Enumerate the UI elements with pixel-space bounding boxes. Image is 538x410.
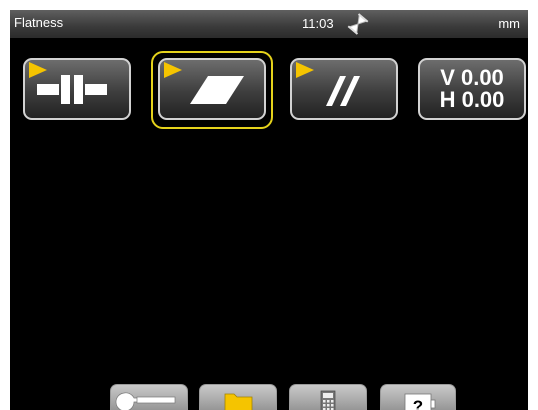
status-bar: Flatness 11:03 mm bbox=[10, 10, 528, 38]
values-button[interactable]: V 0.00 H 0.00 bbox=[418, 58, 526, 120]
help-icon: ? bbox=[404, 393, 436, 410]
help-button[interactable]: ? bbox=[380, 384, 456, 410]
hourglass-icon bbox=[347, 13, 369, 38]
device-screen: Flatness 11:03 mm V 0.00 H 0.00 ? bbox=[10, 10, 528, 410]
screen-title: Flatness bbox=[14, 15, 64, 30]
units-label: mm bbox=[498, 16, 520, 31]
files-button[interactable] bbox=[199, 384, 277, 410]
flatness-button[interactable] bbox=[158, 58, 266, 120]
expand-arrow-icon bbox=[164, 62, 182, 78]
folder-icon bbox=[224, 393, 253, 410]
clock: 11:03 bbox=[302, 16, 334, 31]
settings-button[interactable] bbox=[110, 384, 188, 410]
h-value: H 0.00 bbox=[439, 87, 505, 112]
wrench-icon bbox=[115, 392, 176, 410]
expand-arrow-icon bbox=[29, 62, 47, 78]
machine-alignment-button[interactable] bbox=[23, 58, 131, 120]
calculator-button[interactable] bbox=[289, 384, 367, 410]
help-mark: ? bbox=[413, 397, 423, 410]
expand-arrow-icon bbox=[296, 62, 314, 78]
parallelism-button[interactable] bbox=[290, 58, 398, 120]
v-value: V 0.00 bbox=[440, 65, 504, 90]
calculator-icon bbox=[320, 390, 336, 410]
